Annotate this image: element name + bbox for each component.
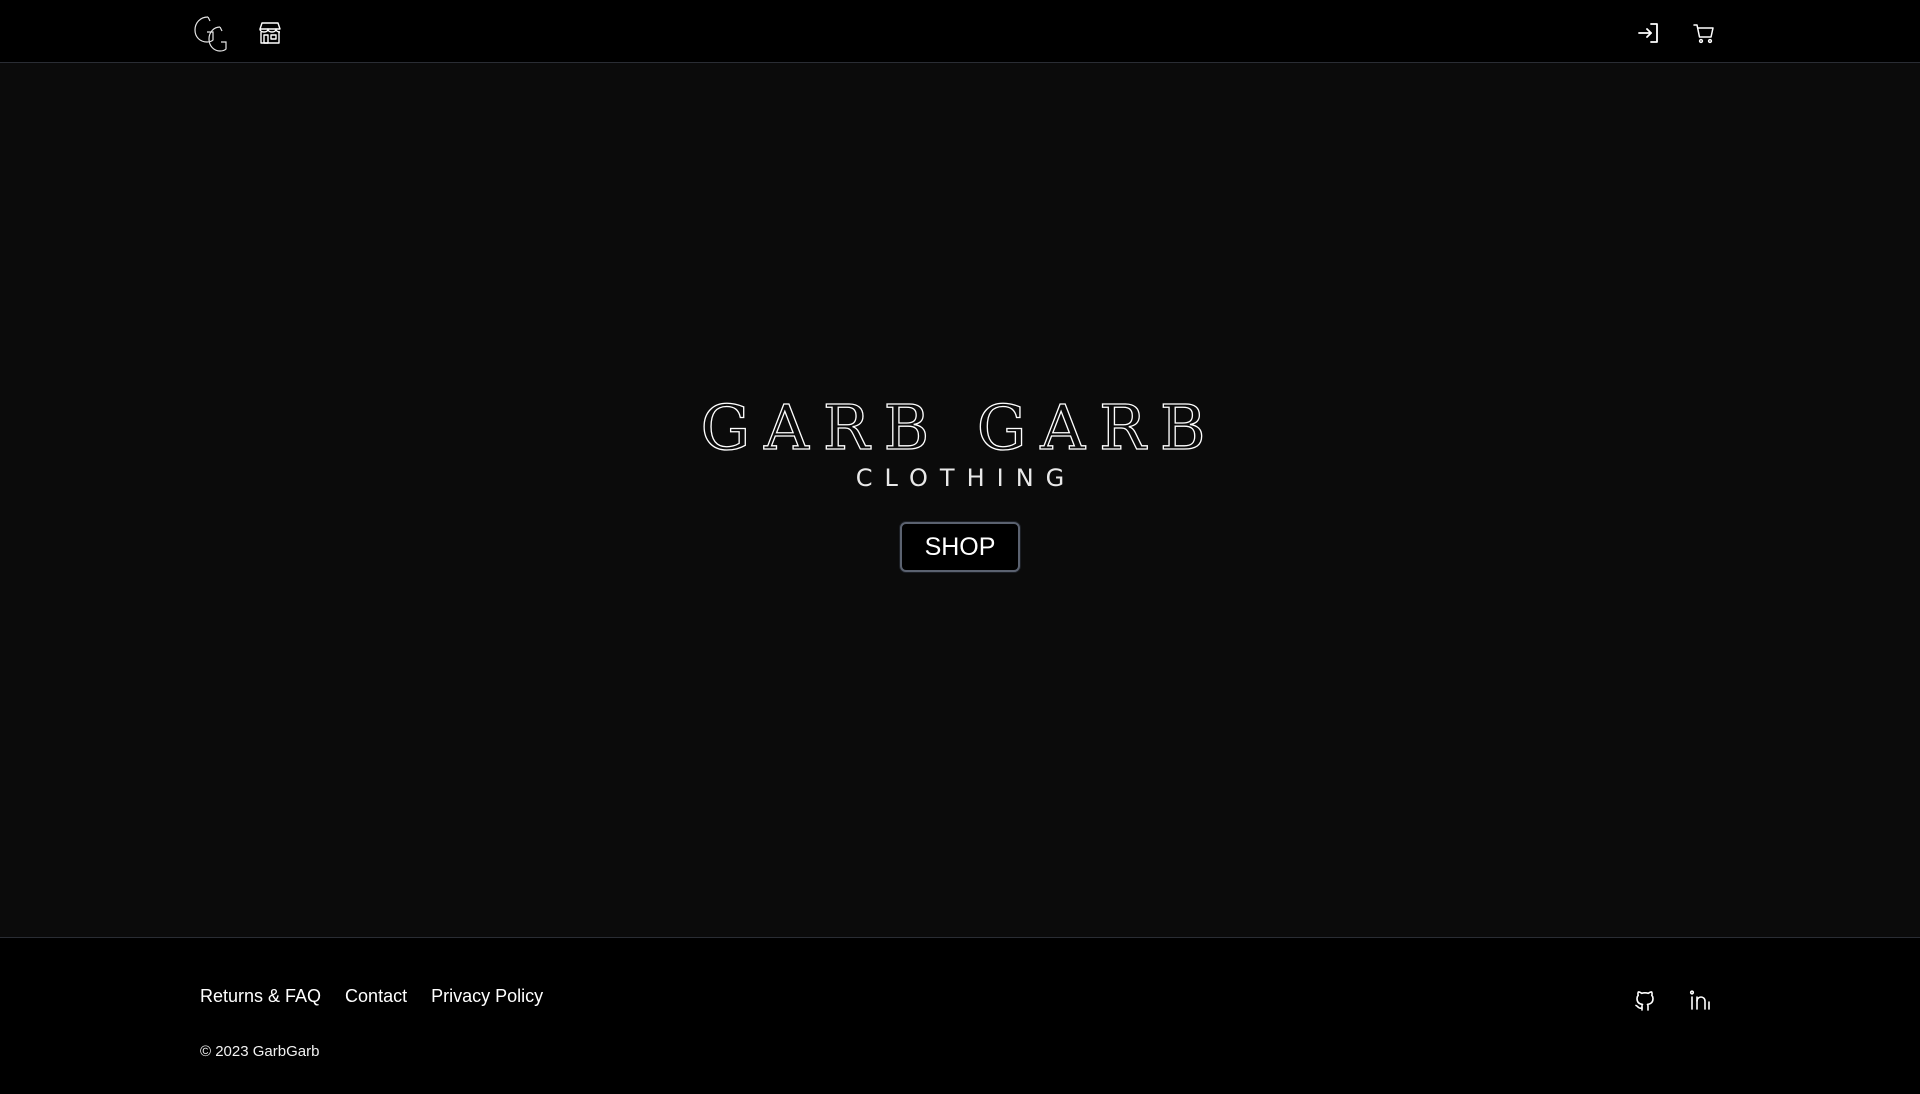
sign-in-icon bbox=[1638, 23, 1658, 43]
brand-tagline: CLOTHING bbox=[855, 464, 1077, 492]
footer-link-contact[interactable]: Contact bbox=[345, 986, 407, 1007]
brand-title-wrap: GARB GARB bbox=[0, 390, 1920, 464]
github-icon bbox=[1635, 991, 1654, 1011]
storefront-icon bbox=[259, 22, 281, 44]
github-link[interactable] bbox=[1630, 985, 1660, 1015]
home-logo-button[interactable] bbox=[190, 11, 232, 53]
footer-link-returns-faq[interactable]: Returns & FAQ bbox=[200, 986, 321, 1007]
shop-button[interactable]: SHOP bbox=[900, 522, 1020, 572]
linkedin-icon bbox=[1689, 990, 1710, 1010]
hero-section bbox=[0, 64, 1920, 937]
site-footer: Returns & FAQ Contact Privacy Policy © 2… bbox=[0, 937, 1920, 1094]
login-button[interactable] bbox=[1633, 17, 1665, 49]
cart-button[interactable] bbox=[1688, 17, 1720, 49]
gg-monogram-icon bbox=[194, 16, 227, 52]
copyright-text: © 2023 GarbGarb bbox=[200, 1043, 320, 1060]
page: GARB GARB CLOTHING SHOP Returns & FAQ Co… bbox=[0, 0, 1920, 1094]
brand-title-text: GARB GARB bbox=[701, 391, 1220, 464]
footer-links: Returns & FAQ Contact Privacy Policy bbox=[200, 986, 543, 1007]
store-button[interactable] bbox=[254, 17, 286, 49]
footer-link-privacy-policy[interactable]: Privacy Policy bbox=[431, 986, 543, 1007]
top-navbar bbox=[0, 0, 1920, 63]
brand-title: GARB GARB bbox=[700, 390, 1220, 464]
linkedin-link[interactable] bbox=[1685, 985, 1715, 1015]
shopping-cart-icon bbox=[1693, 24, 1714, 44]
